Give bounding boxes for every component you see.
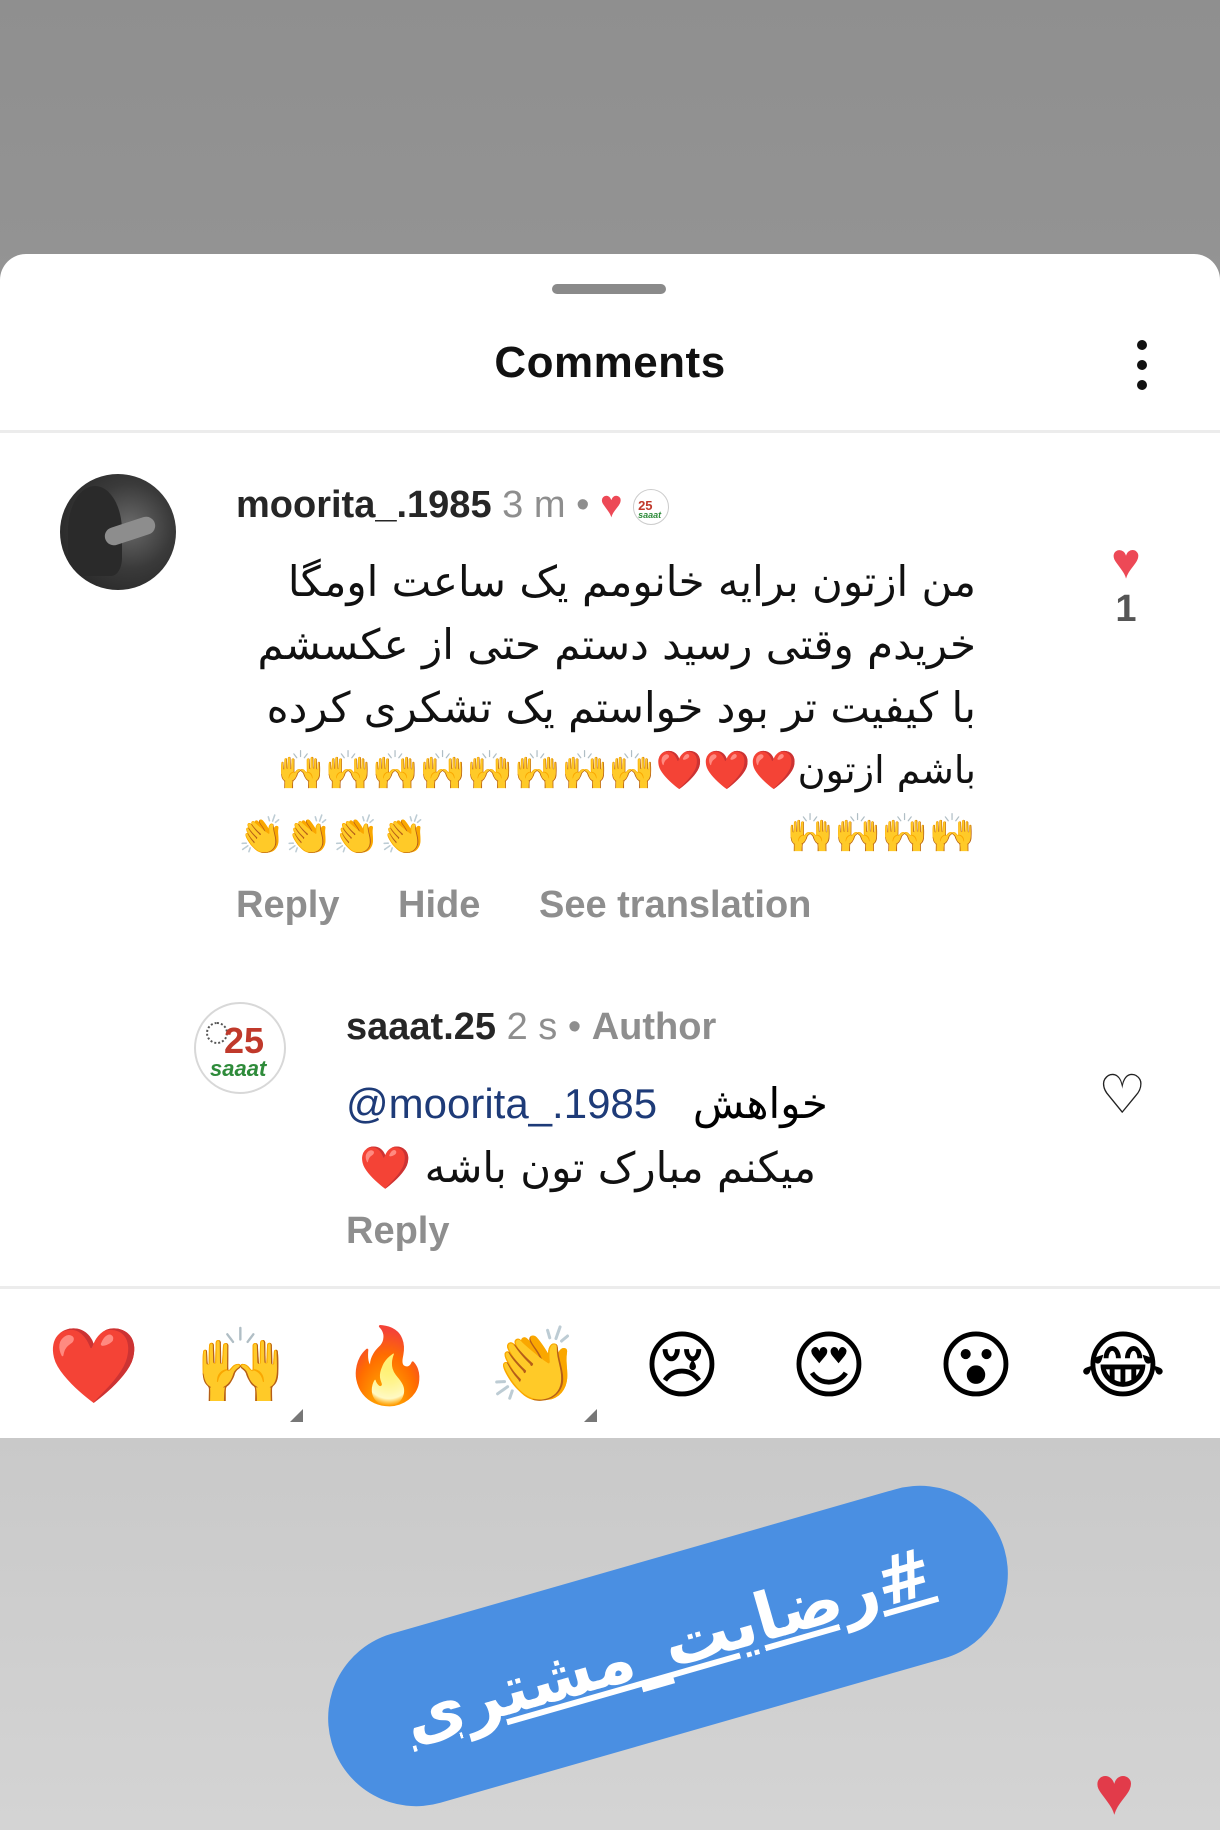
reply-text: خواهش [692, 1079, 828, 1128]
more-options-icon[interactable] [1124, 338, 1160, 398]
heart-reaction-icon[interactable]: ❤️ [46, 1318, 142, 1414]
story-like-heart-icon[interactable]: ♥ [1094, 1752, 1134, 1830]
reply-body-line-2: میکنم مبارک تون باشه ❤️ [359, 1143, 816, 1192]
reply-actions: Reply [346, 1210, 497, 1253]
reply-body-line-1: @moorita_.1985 خواهش [346, 1072, 906, 1135]
sheet-title: Comments [494, 338, 726, 387]
reply-time: 2 s [506, 1006, 558, 1048]
hide-button[interactable]: Hide [398, 884, 480, 926]
heart-outline-icon[interactable]: ♡ [1098, 1068, 1146, 1122]
reply-meta: saaat.25 2 s • Author [346, 1006, 716, 1049]
comment-time: 3 m [502, 484, 566, 526]
hashtag-sticker[interactable]: #رضایت_مشتری [307, 1464, 1029, 1828]
reactions-divider [0, 1286, 1220, 1289]
reply-button[interactable]: Reply [236, 884, 339, 926]
author-badge: Author [591, 1006, 717, 1048]
raised-hands-reaction-icon[interactable]: 🙌 [193, 1318, 303, 1422]
like-count: 1 [1115, 588, 1137, 630]
see-translation-button[interactable]: See translation [539, 884, 811, 926]
reply-username[interactable]: saaat.25 [346, 1006, 496, 1048]
author-avatar[interactable]: 25 saaat [194, 1002, 286, 1094]
clap-emoji-line: 👏👏👏👏 [238, 815, 428, 857]
header-divider [0, 430, 1220, 433]
meta-separator: • [576, 484, 590, 526]
laughing-reaction-icon[interactable]: 😂 [1075, 1318, 1171, 1414]
reply-button[interactable]: Reply [346, 1210, 449, 1252]
heart-eyes-reaction-icon[interactable]: 😍 [781, 1318, 877, 1414]
comment-like: ♥ 1 [1096, 534, 1156, 631]
fire-reaction-icon[interactable]: 🔥 [340, 1318, 436, 1414]
author-liked-heart-icon: ♥ [599, 484, 623, 526]
author-mini-avatar: 25 saaat [633, 488, 670, 525]
comment-actions: Reply Hide See translation [236, 884, 859, 927]
heart-filled-icon[interactable]: ♥ [1096, 534, 1156, 588]
meta-separator: • [567, 1006, 582, 1048]
comment-line: خریدم وقتی رسید دستم حتی از عکسشم [257, 620, 976, 669]
surprised-reaction-icon[interactable]: 😮 [928, 1318, 1024, 1414]
drag-handle[interactable] [552, 284, 666, 294]
comment-line: من ازتون برایه خانومم یک ساعت اومگا [287, 557, 976, 606]
comment-meta: moorita_.1985 3 m • ♥ 25 saaat [236, 484, 670, 527]
clap-reaction-icon[interactable]: 👏 [487, 1318, 597, 1422]
comment-line: با کیفیت تر بود خواستم یک تشکری کرده [266, 683, 976, 732]
quick-reactions-bar: ❤️ 🙌 🔥 👏 😢 😍 😮 😂 [0, 1318, 1220, 1438]
avatar[interactable] [60, 474, 176, 590]
comments-sheet: Comments moorita_.1985 3 m • ♥ 25 saaat م… [0, 254, 1220, 1438]
mention-link[interactable]: @moorita_.1985 [346, 1080, 657, 1127]
hashtag-text: #رضایت_مشتری [394, 1533, 941, 1758]
comment-username[interactable]: moorita_.1985 [236, 484, 492, 526]
crying-reaction-icon[interactable]: 😢 [634, 1318, 730, 1414]
